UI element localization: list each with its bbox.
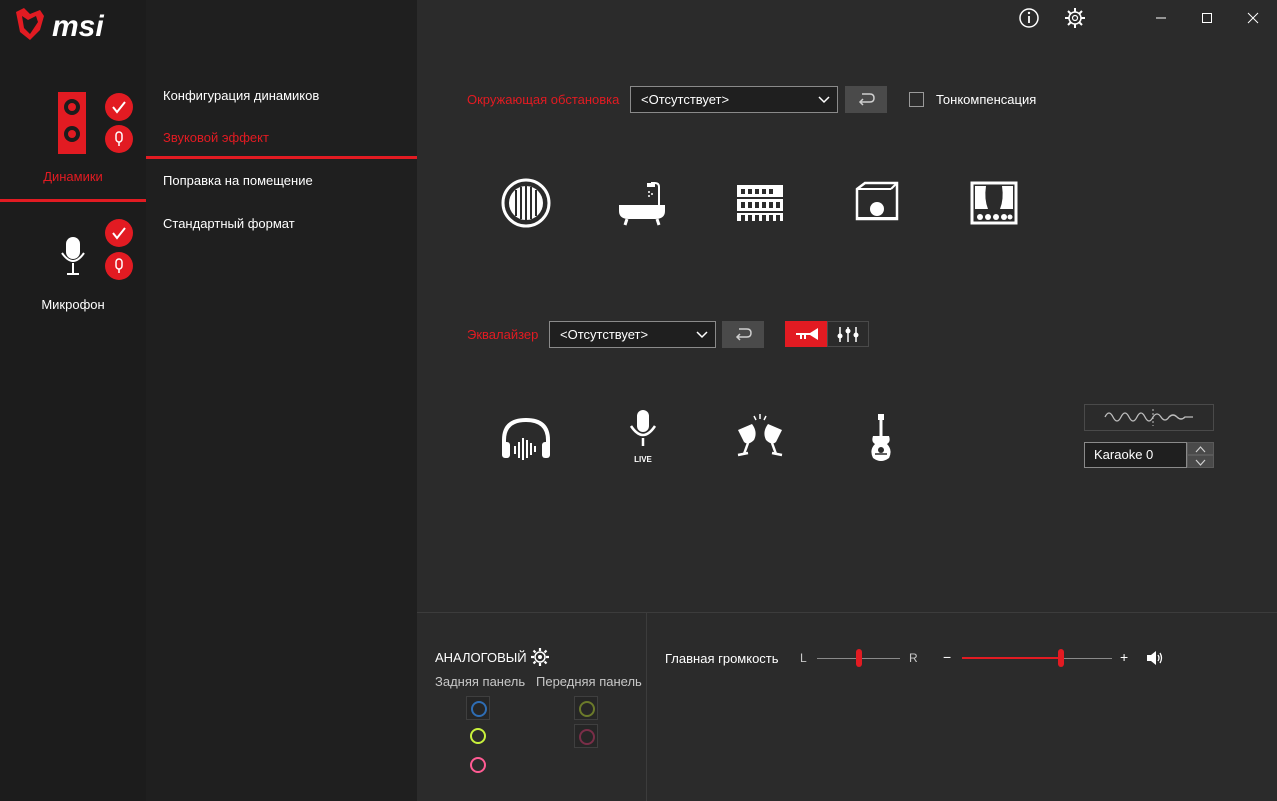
theater-icon[interactable] bbox=[966, 175, 1022, 231]
submenu-room-correction[interactable]: Поправка на помещение bbox=[146, 161, 417, 201]
rear-jack-mic-in[interactable] bbox=[466, 753, 490, 777]
karaoke-value-field[interactable]: Karaoke 0 bbox=[1084, 442, 1187, 468]
sound-effect-panel: Окружающая обстановка <Отсутствует> Тонк… bbox=[417, 0, 1277, 612]
trumpet-icon bbox=[796, 328, 818, 340]
analog-settings-icon[interactable] bbox=[530, 647, 550, 667]
reset-icon bbox=[735, 328, 752, 341]
live-mic-icon[interactable]: LIVE bbox=[615, 408, 671, 464]
default-device-check-icon[interactable] bbox=[105, 93, 133, 121]
volume-slider-fill bbox=[962, 657, 1061, 659]
loudness-checkbox[interactable] bbox=[909, 92, 924, 107]
analog-label: АНАЛОГОВЫЙ bbox=[435, 650, 527, 665]
guitar-icon[interactable] bbox=[849, 412, 905, 468]
submenu-sound-effect[interactable]: Звуковой эффект bbox=[146, 119, 417, 159]
sliders-icon bbox=[837, 327, 859, 342]
eq-manual-mode-button[interactable] bbox=[827, 321, 869, 347]
speaker-volume-icon[interactable] bbox=[1145, 650, 1165, 666]
settings-submenu: Конфигурация динамиков Звуковой эффект П… bbox=[146, 0, 417, 801]
master-volume-label: Главная громкость bbox=[665, 651, 779, 666]
balance-left-label: L bbox=[800, 651, 807, 665]
maximize-icon[interactable] bbox=[1193, 4, 1221, 32]
front-jack-mic[interactable] bbox=[574, 724, 598, 748]
front-panel-label: Передняя панель bbox=[536, 674, 642, 689]
karaoke-wave-button[interactable] bbox=[1084, 404, 1214, 431]
submenu-speaker-config[interactable]: Конфигурация динамиков bbox=[146, 76, 417, 116]
environment-dropdown[interactable]: <Отсутствует> bbox=[630, 86, 838, 113]
gear-icon[interactable] bbox=[1061, 4, 1089, 32]
voice-wave-icon bbox=[1104, 409, 1193, 426]
rear-jack-line-in[interactable] bbox=[466, 696, 490, 720]
microphone-icon bbox=[61, 237, 85, 275]
default-communication-icon[interactable] bbox=[105, 125, 133, 153]
device-microphone[interactable]: Микрофон bbox=[0, 215, 146, 325]
room-icon[interactable] bbox=[849, 175, 905, 231]
brand-text: msi bbox=[52, 10, 104, 43]
colosseum-icon[interactable] bbox=[732, 175, 788, 231]
bathroom-icon[interactable] bbox=[615, 175, 671, 231]
volume-decrease-button[interactable]: − bbox=[943, 649, 951, 665]
karaoke-decrement-button[interactable] bbox=[1187, 455, 1214, 468]
environment-reset-button[interactable] bbox=[845, 86, 887, 113]
equalizer-label: Эквалайзер bbox=[467, 327, 539, 342]
device-sidebar: msi Динамики Микрофон bbox=[0, 0, 146, 801]
karaoke-increment-button[interactable] bbox=[1187, 442, 1214, 455]
master-volume-panel: Главная громкость L R − + bbox=[647, 612, 1277, 801]
rear-panel-label: Задняя панель bbox=[435, 674, 526, 689]
mic-communication-icon[interactable] bbox=[105, 252, 133, 280]
rear-jack-line-out[interactable] bbox=[466, 724, 490, 748]
balance-right-label: R bbox=[909, 651, 918, 665]
environment-label: Окружающая обстановка bbox=[467, 92, 620, 107]
loudness-label: Тонкомпенсация bbox=[936, 92, 1037, 107]
minimize-icon[interactable] bbox=[1147, 4, 1175, 32]
jack-ring-blue bbox=[471, 701, 487, 717]
jack-ring-dim-pink bbox=[579, 729, 595, 745]
padded-cell-icon[interactable] bbox=[498, 175, 554, 231]
msi-logo: msi bbox=[14, 6, 144, 46]
eq-preset-mode-button[interactable] bbox=[785, 321, 827, 347]
speaker-icon bbox=[58, 92, 86, 154]
submenu-default-format[interactable]: Стандартный формат bbox=[146, 204, 417, 244]
jack-ring-pink bbox=[470, 757, 486, 773]
close-icon[interactable] bbox=[1239, 4, 1267, 32]
headphones-icon[interactable] bbox=[498, 412, 554, 468]
front-jack-headphone[interactable] bbox=[574, 696, 598, 720]
chevron-down-icon bbox=[696, 331, 708, 339]
equalizer-reset-button[interactable] bbox=[722, 321, 764, 348]
equalizer-dropdown[interactable]: <Отсутствует> bbox=[549, 321, 716, 348]
chevron-up-icon bbox=[1195, 446, 1206, 453]
device-label-microphone: Микрофон bbox=[41, 297, 105, 312]
reset-icon bbox=[858, 93, 875, 106]
jack-ring-dim-green bbox=[579, 701, 595, 717]
chevron-down-icon bbox=[1195, 459, 1206, 466]
party-icon[interactable] bbox=[732, 410, 788, 466]
device-label-speakers: Динамики bbox=[43, 169, 103, 184]
jack-ring-green bbox=[470, 728, 486, 744]
live-text: LIVE bbox=[634, 455, 652, 464]
info-icon[interactable] bbox=[1015, 4, 1043, 32]
equalizer-selected: <Отсутствует> bbox=[560, 327, 649, 342]
volume-increase-button[interactable]: + bbox=[1120, 649, 1128, 665]
device-speakers[interactable]: Динамики bbox=[0, 85, 146, 202]
balance-slider-thumb[interactable] bbox=[855, 649, 862, 667]
mic-default-check-icon[interactable] bbox=[105, 219, 133, 247]
volume-slider-thumb[interactable] bbox=[1058, 649, 1064, 667]
environment-selected: <Отсутствует> bbox=[641, 92, 730, 107]
chevron-down-icon bbox=[818, 96, 830, 104]
analog-panel: АНАЛОГОВЫЙ Задняя панель Передняя панель bbox=[417, 612, 647, 801]
